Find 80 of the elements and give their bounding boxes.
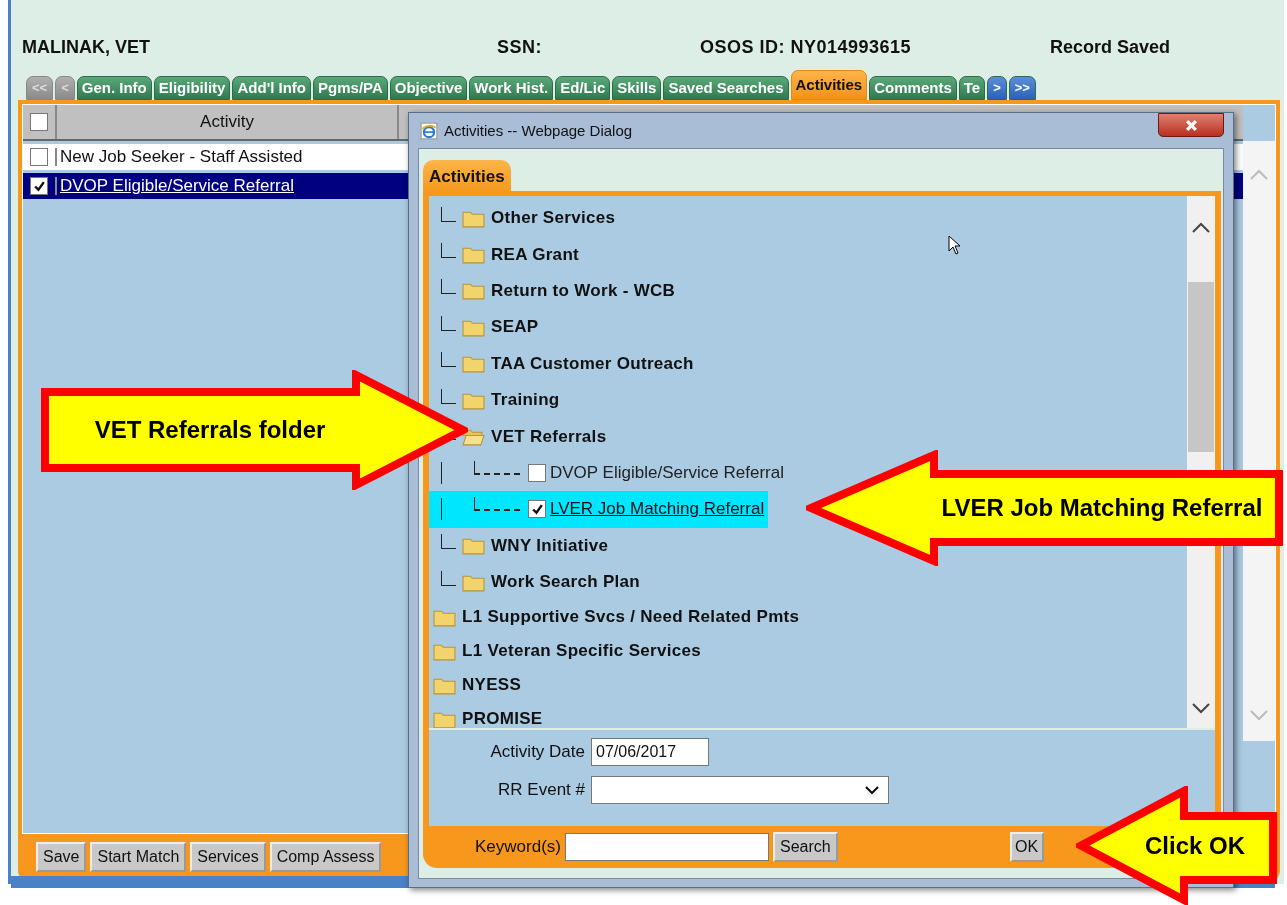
field-label: RR Event #: [497, 780, 585, 800]
tree-connector: [441, 461, 442, 484]
tab[interactable]: Add'l Info: [232, 76, 312, 100]
dropdown[interactable]: [591, 776, 889, 804]
tab[interactable]: Work Hist.: [469, 76, 554, 100]
action-button[interactable]: Start Match: [90, 842, 187, 872]
action-button[interactable]: Comp Assess: [269, 842, 382, 872]
tree-connector: [441, 279, 456, 295]
tree-connector: [474, 497, 520, 512]
tab[interactable]: Gen. Info: [76, 76, 152, 100]
tab[interactable]: Activities: [423, 160, 511, 191]
folder-label[interactable]: REA Grant: [491, 244, 580, 265]
ssn-label: SSN:: [497, 36, 543, 58]
tab[interactable]: Saved Searches: [663, 76, 789, 100]
folder-label[interactable]: Work Search Plan: [491, 572, 641, 593]
scroll-up-icon[interactable]: [1191, 222, 1211, 234]
tree-connector: [441, 498, 442, 521]
field-label: Keyword(s): [475, 837, 561, 857]
activity-label[interactable]: DVOP Eligible/Service Referral: [550, 462, 784, 483]
callout-label: VET Referrals folder: [93, 416, 327, 444]
tab[interactable]: Objective: [389, 76, 468, 100]
tab[interactable]: Te: [958, 76, 986, 100]
folder-label[interactable]: SEAP: [491, 317, 539, 338]
customer-name: MALINAK, VET: [22, 36, 151, 58]
ok-button[interactable]: OK: [1009, 832, 1044, 862]
tree-connector: [441, 315, 456, 331]
close-button[interactable]: [1158, 113, 1224, 137]
select-all-checkbox[interactable]: [30, 113, 48, 131]
tab-scroll-button[interactable]: >>: [1008, 76, 1036, 100]
callout-label: LVER Job Matching Referral: [940, 494, 1264, 522]
close-icon: [1184, 118, 1198, 132]
tab[interactable]: Skills: [612, 76, 662, 100]
callout-label: Click OK: [1144, 831, 1246, 860]
tab[interactable]: Activities: [790, 70, 868, 100]
column-header: Activity: [57, 105, 399, 139]
row-checkbox[interactable]: [30, 177, 48, 195]
folder-label[interactable]: L1 Supportive Svcs / Need Related Pmts: [462, 607, 800, 628]
tree-connector: [441, 206, 456, 222]
tab[interactable]: Comments: [869, 76, 957, 100]
folder-label[interactable]: NYESS: [462, 675, 522, 696]
tree-row[interactable]: LVER Job Matching Referral: [429, 491, 769, 528]
scroll-down-icon[interactable]: [1191, 702, 1211, 714]
folder-label[interactable]: L1 Veteran Specific Services: [462, 641, 701, 662]
tab[interactable]: Ed/Lic: [555, 76, 611, 100]
action-button[interactable]: Services: [190, 842, 266, 872]
activity-name: DVOP Eligible/Service Referral: [59, 176, 294, 196]
browser-icon: [420, 121, 438, 140]
mouse-cursor-icon: [948, 235, 962, 255]
tree-connector: [474, 460, 520, 475]
activity-name: New Job Seeker - Staff Assisted: [59, 147, 303, 167]
folder-label[interactable]: Other Services: [491, 208, 616, 229]
folder-label[interactable]: Return to Work - WCB: [491, 280, 676, 301]
activity-label[interactable]: LVER Job Matching Referral: [550, 499, 765, 520]
folder-label[interactable]: PROMISE: [462, 709, 543, 728]
activity-checkbox[interactable]: [528, 463, 546, 482]
tree-connector: [441, 388, 456, 404]
activity-checkbox[interactable]: [528, 500, 546, 519]
search-button[interactable]: Search: [772, 832, 838, 862]
folder-label[interactable]: TAA Customer Outreach: [491, 353, 694, 374]
tree-connector: [441, 570, 456, 586]
save-status: Record Saved: [1050, 36, 1172, 58]
date-field[interactable]: 07/06/2017: [591, 738, 709, 766]
tree-row[interactable]: DVOP Eligible/Service Referral: [429, 454, 788, 492]
scrollbar-thumb[interactable]: [1188, 282, 1214, 452]
dialog-title: Activities -- Webpage Dialog: [444, 122, 633, 139]
field-label: Activity Date: [489, 742, 585, 762]
action-button[interactable]: Save: [36, 842, 87, 872]
row-checkbox[interactable]: [30, 148, 48, 166]
tree-connector: [441, 534, 456, 550]
tab[interactable]: Eligibility: [153, 76, 231, 100]
folder-label[interactable]: VET Referrals: [491, 426, 607, 447]
tree-connector: [441, 243, 456, 259]
tab-scroll-button[interactable]: >: [987, 76, 1007, 100]
tab[interactable]: Pgms/PA: [313, 76, 388, 100]
folder-label[interactable]: Training: [491, 390, 560, 411]
keyword-field[interactable]: [564, 833, 769, 861]
tree-connector: [441, 352, 456, 368]
folder-label[interactable]: WNY Initiative: [491, 535, 609, 556]
osos-id: OSOS ID: NY014993615: [700, 36, 913, 58]
caret-icon: [864, 785, 880, 795]
